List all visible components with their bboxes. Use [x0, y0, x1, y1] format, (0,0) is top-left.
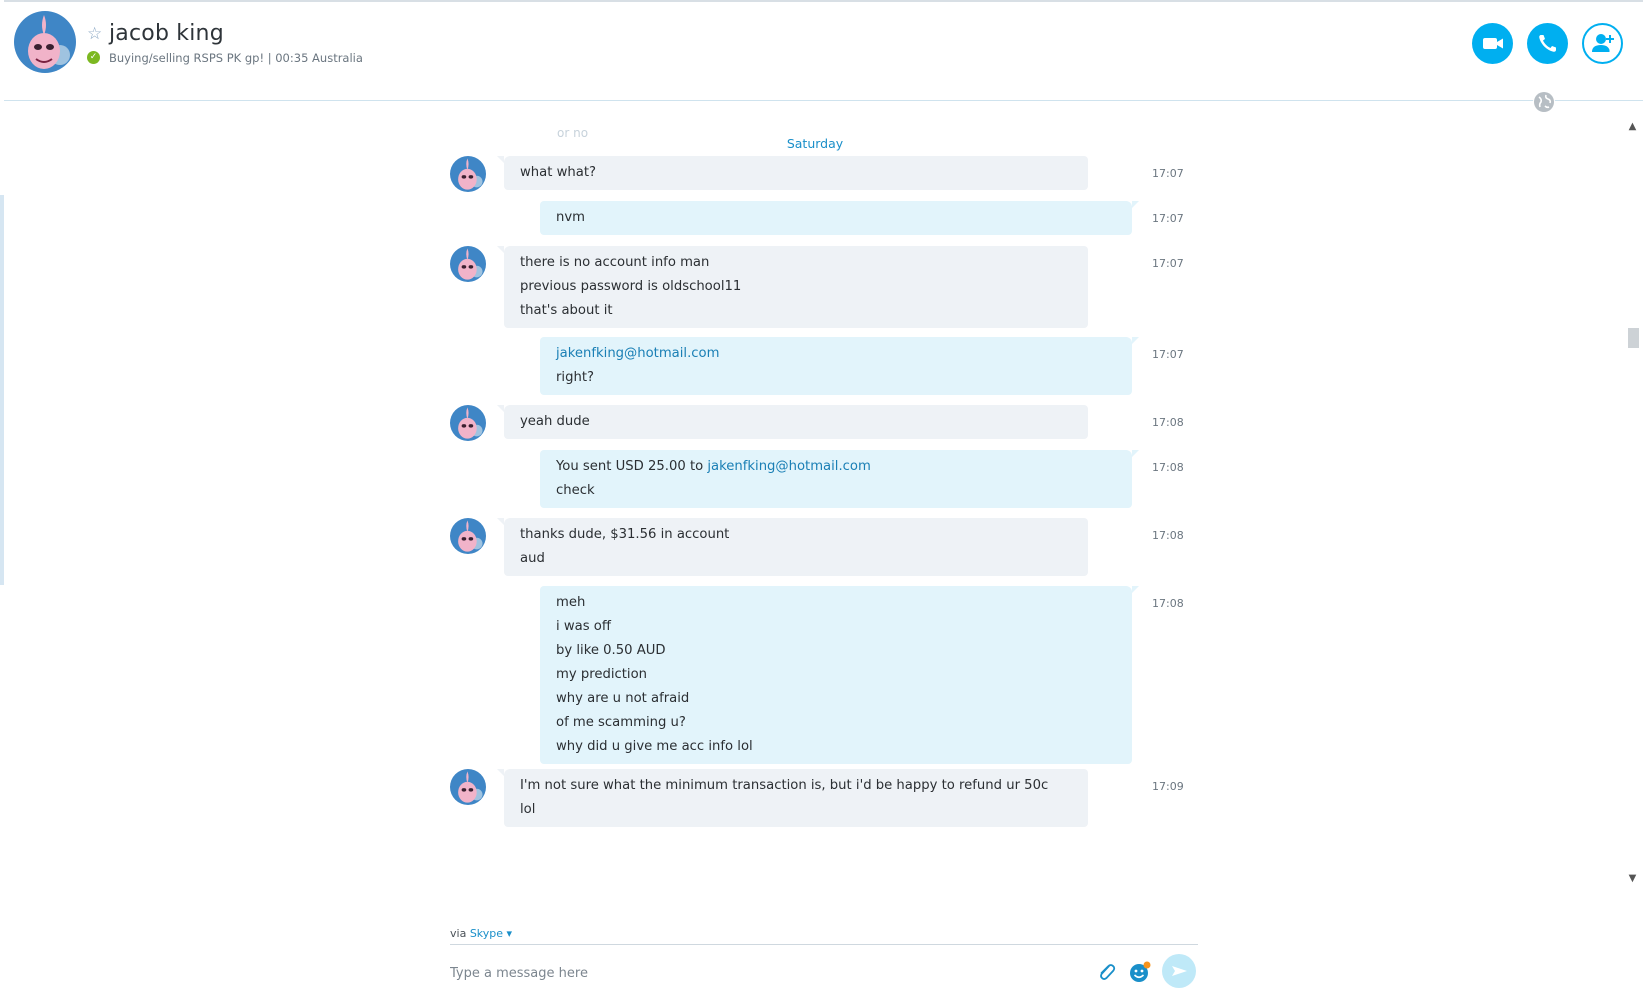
message-outgoing[interactable]: nvm 17:07 — [440, 201, 1210, 235]
message-line: by like 0.50 AUD — [556, 643, 666, 658]
message-bubble[interactable]: I'm not sure what the minimum transactio… — [497, 769, 1088, 827]
message-outgoing[interactable]: meh i was off by like 0.50 AUD my predictio… — [440, 586, 1210, 764]
message-line: I'm not sure what the minimum transactio… — [520, 778, 1049, 793]
message-line: why did u give me acc info lol — [556, 739, 753, 754]
message-bubble[interactable]: jakenfking@hotmail.com right? — [540, 337, 1139, 395]
message-line: why are u not afraid — [556, 691, 690, 706]
message-line: i was off — [556, 619, 611, 634]
message-outgoing[interactable]: jakenfking@hotmail.com right? 17:07 — [440, 337, 1210, 395]
favorite-star-icon[interactable]: ☆ — [87, 24, 102, 44]
message-line: right? — [556, 370, 594, 385]
message-line: nvm — [556, 210, 586, 225]
message-line: lol — [520, 802, 536, 817]
message-outgoing[interactable]: You sent USD 25.00 to jakenfking@hotmail… — [440, 450, 1210, 508]
via-service[interactable]: Skype — [470, 927, 503, 940]
message-line: aud — [520, 551, 545, 566]
phone-icon — [1539, 35, 1556, 52]
scrollbar-thumb[interactable] — [1628, 328, 1639, 348]
conversation-header: ☆ jacob king ✓ Buying/selling RSPS PK gp… — [4, 0, 1643, 101]
message-scrollbar[interactable]: ▲ ▼ — [1624, 120, 1641, 888]
presence-online-icon: ✓ — [87, 51, 100, 64]
message-timestamp: 17:08 — [1152, 461, 1184, 474]
left-pane-edge — [0, 195, 4, 585]
message-line: You sent USD 25.00 to jakenfking@hotmail… — [556, 455, 1116, 479]
attach-file-button[interactable] — [1092, 958, 1120, 986]
message-bubble[interactable]: You sent USD 25.00 to jakenfking@hotmail… — [540, 450, 1139, 508]
message-bubble[interactable]: there is no account info man previous pas… — [497, 246, 1088, 328]
send-icon — [1172, 966, 1187, 976]
message-line: yeah dude — [520, 414, 590, 429]
emoticon-icon — [1130, 961, 1151, 982]
add-person-icon — [1592, 34, 1614, 52]
paperclip-icon — [1100, 964, 1116, 980]
message-timestamp: 17:07 — [1152, 212, 1184, 225]
scroll-up-arrow-icon[interactable]: ▲ — [1624, 120, 1641, 134]
message-timestamp: 17:07 — [1152, 167, 1184, 180]
message-incoming[interactable]: what what? 17:07 — [440, 156, 1210, 192]
message-line: that's about it — [520, 303, 613, 318]
add-participants-button[interactable] — [1582, 23, 1623, 64]
chevron-down-icon[interactable]: ▾ — [503, 927, 513, 940]
message-incoming[interactable]: thanks dude, $31.56 in account aud 17:08 — [440, 518, 1210, 576]
email-link[interactable]: jakenfking@hotmail.com — [556, 346, 719, 361]
skype-chat-window: ☆ jacob king ✓ Buying/selling RSPS PK gp… — [0, 0, 1643, 999]
message-text: You sent USD 25.00 to — [556, 459, 708, 474]
message-incoming[interactable]: there is no account info man previous pas… — [440, 246, 1210, 328]
message-line: there is no account info man — [520, 255, 710, 270]
message-bubble[interactable]: thanks dude, $31.56 in account aud — [497, 518, 1088, 576]
contact-mood-message: Buying/selling RSPS PK gp! | 00:35 Austr… — [109, 51, 363, 65]
email-link[interactable]: jakenfking@hotmail.com — [707, 459, 870, 474]
message-line: of me scamming u? — [556, 715, 686, 730]
message-bubble[interactable]: yeah dude — [497, 405, 1088, 439]
emoticon-button[interactable] — [1126, 958, 1154, 986]
message-timestamp: 17:08 — [1152, 416, 1184, 429]
message-incoming[interactable]: I'm not sure what the minimum transactio… — [440, 769, 1210, 827]
audio-call-button[interactable] — [1527, 23, 1568, 64]
message-line: jakenfking@hotmail.com — [556, 342, 1116, 366]
sender-avatar[interactable] — [450, 246, 486, 282]
via-label: via — [450, 927, 470, 940]
video-call-button[interactable] — [1472, 23, 1513, 64]
contact-avatar[interactable] — [14, 11, 76, 73]
sender-avatar[interactable] — [450, 156, 486, 192]
message-timestamp: 17:08 — [1152, 529, 1184, 542]
message-timestamp: 17:07 — [1152, 348, 1184, 361]
scroll-down-arrow-icon[interactable]: ▼ — [1624, 872, 1641, 886]
send-button[interactable] — [1162, 954, 1196, 988]
message-input[interactable] — [450, 959, 1070, 987]
video-camera-icon — [1483, 38, 1503, 49]
message-timestamp: 17:09 — [1152, 780, 1184, 793]
message-line: what what? — [520, 165, 596, 180]
sender-avatar[interactable] — [450, 405, 486, 441]
message-line: previous password is oldschool11 — [520, 279, 742, 294]
message-line: thanks dude, $31.56 in account — [520, 527, 730, 542]
message-line: meh — [556, 595, 586, 610]
message-line: check — [556, 483, 595, 498]
sender-avatar[interactable] — [450, 518, 486, 554]
globe-icon[interactable] — [1533, 91, 1555, 113]
message-line: my prediction — [556, 667, 648, 682]
contact-name[interactable]: jacob king — [109, 21, 224, 46]
sender-avatar[interactable] — [450, 769, 486, 805]
message-bubble[interactable]: meh i was off by like 0.50 AUD my predictio… — [540, 586, 1139, 764]
composer-divider — [450, 944, 1198, 945]
message-incoming[interactable]: yeah dude 17:08 — [440, 405, 1210, 441]
day-separator: Saturday — [786, 136, 844, 151]
message-bubble[interactable]: nvm — [540, 201, 1139, 235]
message-bubble[interactable]: what what? — [497, 156, 1088, 190]
message-via-selector[interactable]: via Skype ▾ — [450, 927, 512, 940]
message-timestamp: 17:07 — [1152, 257, 1184, 270]
message-list[interactable]: or no Saturday what what? 17:07 nvm 17:07 th… — [440, 120, 1210, 888]
message-timestamp: 17:08 — [1152, 597, 1184, 610]
